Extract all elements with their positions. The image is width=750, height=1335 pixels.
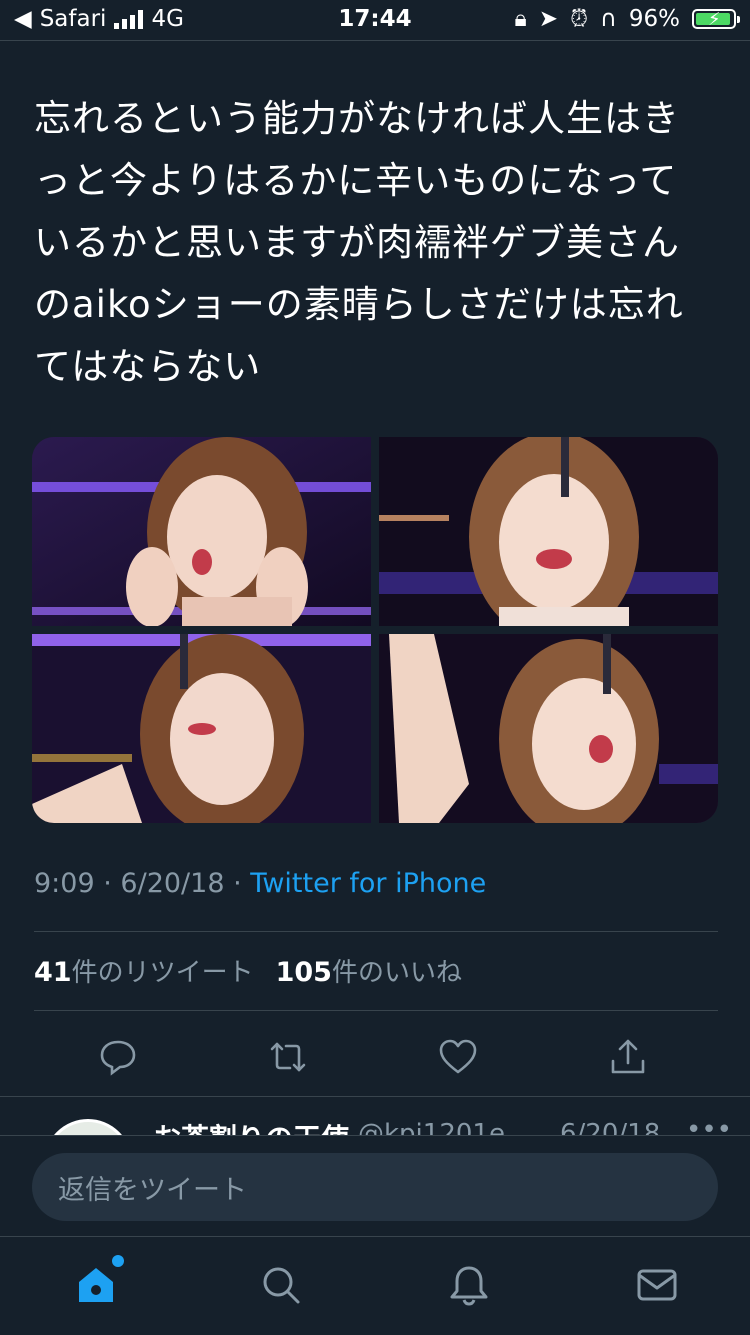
like-button[interactable] — [431, 1030, 485, 1084]
tweet-actions — [0, 1030, 750, 1084]
bell-icon — [450, 1266, 488, 1306]
like-stat[interactable]: 105件のいいね — [275, 957, 462, 988]
heart-icon — [439, 1039, 477, 1074]
reply-button[interactable] — [91, 1030, 145, 1084]
battery-icon: ⚡︎ — [692, 9, 740, 30]
tab-home[interactable] — [70, 1255, 124, 1311]
tweet-photo-3[interactable] — [32, 634, 371, 823]
search-icon — [263, 1267, 300, 1304]
separator: · — [233, 868, 242, 899]
avatar[interactable] — [44, 1119, 132, 1135]
tweet-photo-4[interactable] — [379, 634, 718, 823]
rotation-lock-icon: 🔒︎ — [514, 6, 527, 32]
reply-author-name: お茶割りの天使 — [153, 1117, 349, 1135]
share-button[interactable] — [601, 1030, 655, 1084]
alarm-icon: ⏰︎ — [570, 6, 589, 32]
more-icon[interactable]: ••• — [686, 1115, 732, 1135]
tweet-date: 6/20/18 — [120, 868, 225, 899]
tweet-time: 9:09 — [34, 868, 95, 899]
status-right: 🔒︎ ➤ ⏰︎ ∩ 96% ⚡︎ — [514, 6, 740, 32]
reply-date: 6/20/18 — [560, 1119, 661, 1135]
tab-messages[interactable] — [631, 1259, 683, 1311]
reply-icon — [100, 1040, 136, 1076]
headphones-icon: ∩ — [600, 6, 617, 32]
tab-notifications[interactable] — [443, 1259, 495, 1311]
tab-bar — [0, 1236, 750, 1335]
battery-percent: 96% — [628, 6, 680, 32]
tab-search[interactable] — [255, 1259, 307, 1311]
retweet-stat[interactable]: 41件のリツイート — [34, 957, 254, 988]
reply-author-handle: @kpi1201e — [358, 1119, 505, 1135]
location-icon: ➤ — [538, 6, 559, 32]
notification-dot — [112, 1255, 124, 1267]
status-bar: ◀ Safari 4G 17:44 🔒︎ ➤ ⏰︎ ∩ 96% ⚡︎ — [0, 0, 750, 40]
retweet-icon — [270, 1042, 306, 1072]
retweet-button[interactable] — [261, 1030, 315, 1084]
retweet-count: 41 — [34, 957, 72, 988]
header-divider — [0, 40, 750, 41]
tweet-source-link[interactable]: Twitter for iPhone — [250, 868, 486, 899]
divider — [34, 1010, 718, 1011]
divider — [34, 931, 718, 932]
mail-icon — [637, 1269, 677, 1301]
tweet-stats: 41件のリツイート 105件のいいね — [34, 952, 462, 989]
reply-input[interactable]: 返信をツイート — [32, 1153, 718, 1221]
reply-preview[interactable]: お茶割りの天使 @kpi1201e 6/20/18 ••• — [0, 1097, 750, 1135]
share-icon — [611, 1039, 645, 1074]
photo-grid — [32, 437, 718, 823]
like-label: 件のいいね — [331, 958, 462, 988]
tweet-timestamp: 9:09 · 6/20/18 · Twitter for iPhone — [34, 868, 486, 899]
separator: · — [103, 868, 112, 899]
tweet-text: 忘れるという能力がなければ人生はきっと今よりはるかに辛いものになっているかと思い… — [34, 97, 684, 388]
reply-compose-bar: 返信をツイート — [0, 1135, 750, 1236]
home-icon — [79, 1268, 113, 1302]
tweet-photo-1[interactable] — [32, 437, 371, 626]
tweet-photo-2[interactable] — [379, 437, 718, 626]
like-count: 105 — [275, 957, 332, 988]
retweet-label: 件のリツイート — [71, 958, 254, 988]
